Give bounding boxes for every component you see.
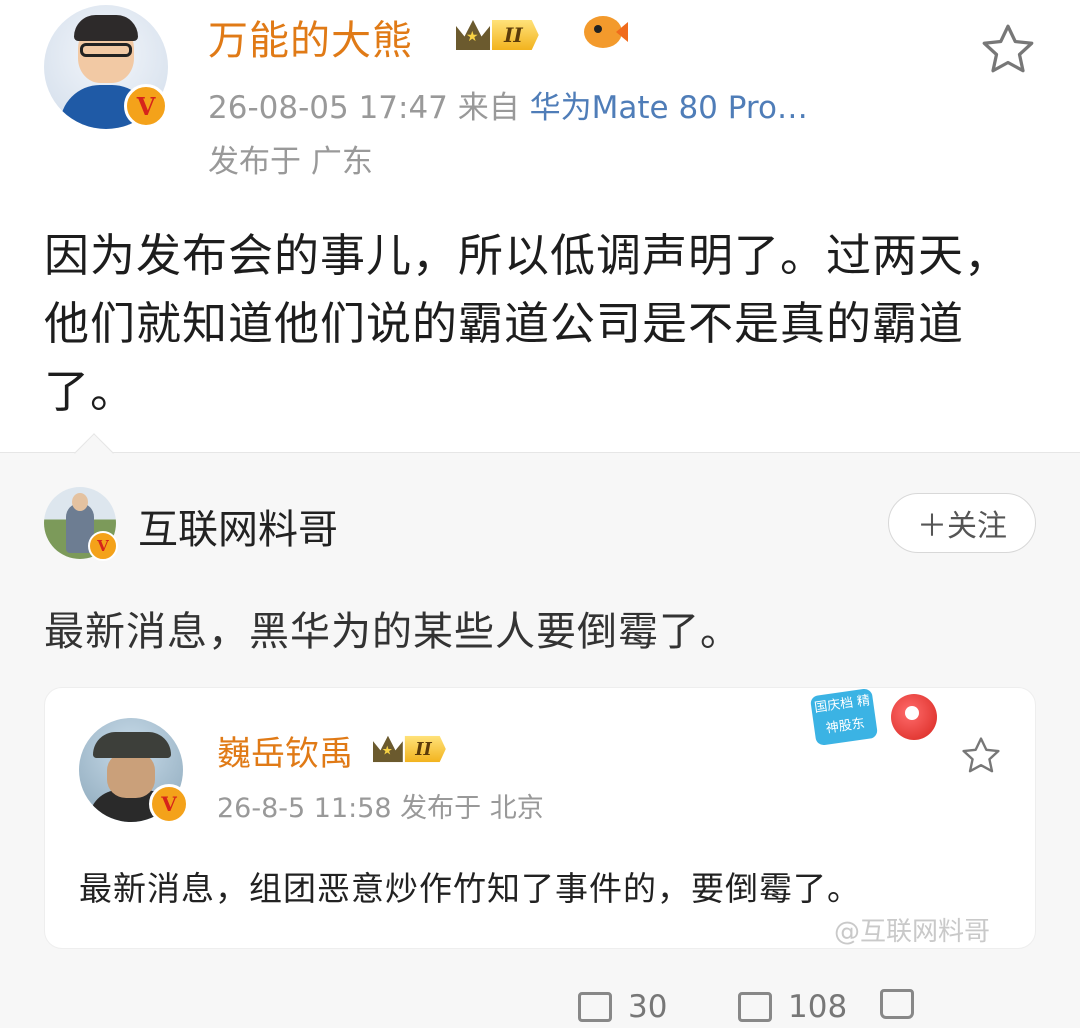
comment-count: 108	[788, 989, 848, 1025]
quoted-post-text: 最新消息，组团恶意炒作竹知了事件的，要倒霉了。	[79, 869, 861, 908]
quoted-post-meta: 26-8-5 11:58 发布于 北京	[217, 793, 544, 824]
favorite-star-icon[interactable]	[959, 734, 1003, 778]
author-name[interactable]: 万能的大熊	[208, 8, 413, 66]
post-source-link[interactable]: 华为Mate 80 Pro…	[530, 90, 808, 126]
source-prefix: 来自	[457, 90, 520, 126]
member-level-badge[interactable]: II	[373, 732, 446, 765]
repost-author-name[interactable]: 互联网料哥	[138, 497, 338, 555]
verified-badge-icon: V	[124, 84, 168, 128]
weibo-watermark: @互联网料哥	[834, 917, 991, 947]
repost-text: 最新消息，黑华为的某些人要倒霉了。	[44, 609, 741, 655]
reposted-content: V 互联网料哥 ＋关注 最新消息，黑华为的某些人要倒霉了。 V 巍岳钦禹 II …	[0, 433, 1080, 1028]
fish-emblem-icon[interactable]	[580, 12, 628, 52]
verified-badge-icon: V	[149, 784, 189, 824]
member-level: II	[404, 735, 446, 763]
like-icon	[880, 989, 914, 1019]
mascot-icon	[891, 694, 937, 740]
favorite-star-icon[interactable]	[978, 20, 1038, 80]
crown-icon	[373, 735, 403, 763]
action-bar: 30 108	[0, 981, 1080, 1028]
post-text: 因为发布会的事儿，所以低调声明了。过两天，他们就知道他们说的霸道公司是不是真的霸…	[44, 229, 1011, 418]
crown-icon	[456, 20, 490, 50]
quoted-post-card[interactable]: V 巍岳钦禹 II 国庆档 精神股东 26-8-5 11:58 发布于 北京 最…	[44, 687, 1036, 949]
member-level: II	[492, 20, 539, 50]
quoted-author-name[interactable]: 巍岳钦禹	[217, 726, 353, 775]
verified-badge-icon: V	[88, 531, 118, 561]
comment-button[interactable]: 108	[738, 989, 847, 1025]
repost-icon	[578, 992, 612, 1022]
original-post: V 万能的大熊 II 26-08-05 17:47 来自 华为Mate 80 P…	[0, 0, 1080, 452]
follow-button[interactable]: ＋关注	[888, 493, 1036, 553]
holiday-badge-label: 国庆档 精神股东	[809, 687, 879, 747]
repost-count: 30	[628, 989, 668, 1025]
member-level-badge[interactable]: II	[456, 16, 539, 54]
holiday-shareholder-badge[interactable]: 国庆档 精神股东	[809, 687, 953, 758]
post-location: 发布于 广东	[208, 144, 373, 180]
like-button[interactable]	[880, 989, 930, 1019]
post-date: 26-08-05 17:47	[208, 90, 448, 126]
comment-icon	[738, 992, 772, 1022]
repost-button[interactable]: 30	[578, 989, 667, 1025]
post-meta: 26-08-05 17:47 来自 华为Mate 80 Pro…	[208, 82, 808, 127]
